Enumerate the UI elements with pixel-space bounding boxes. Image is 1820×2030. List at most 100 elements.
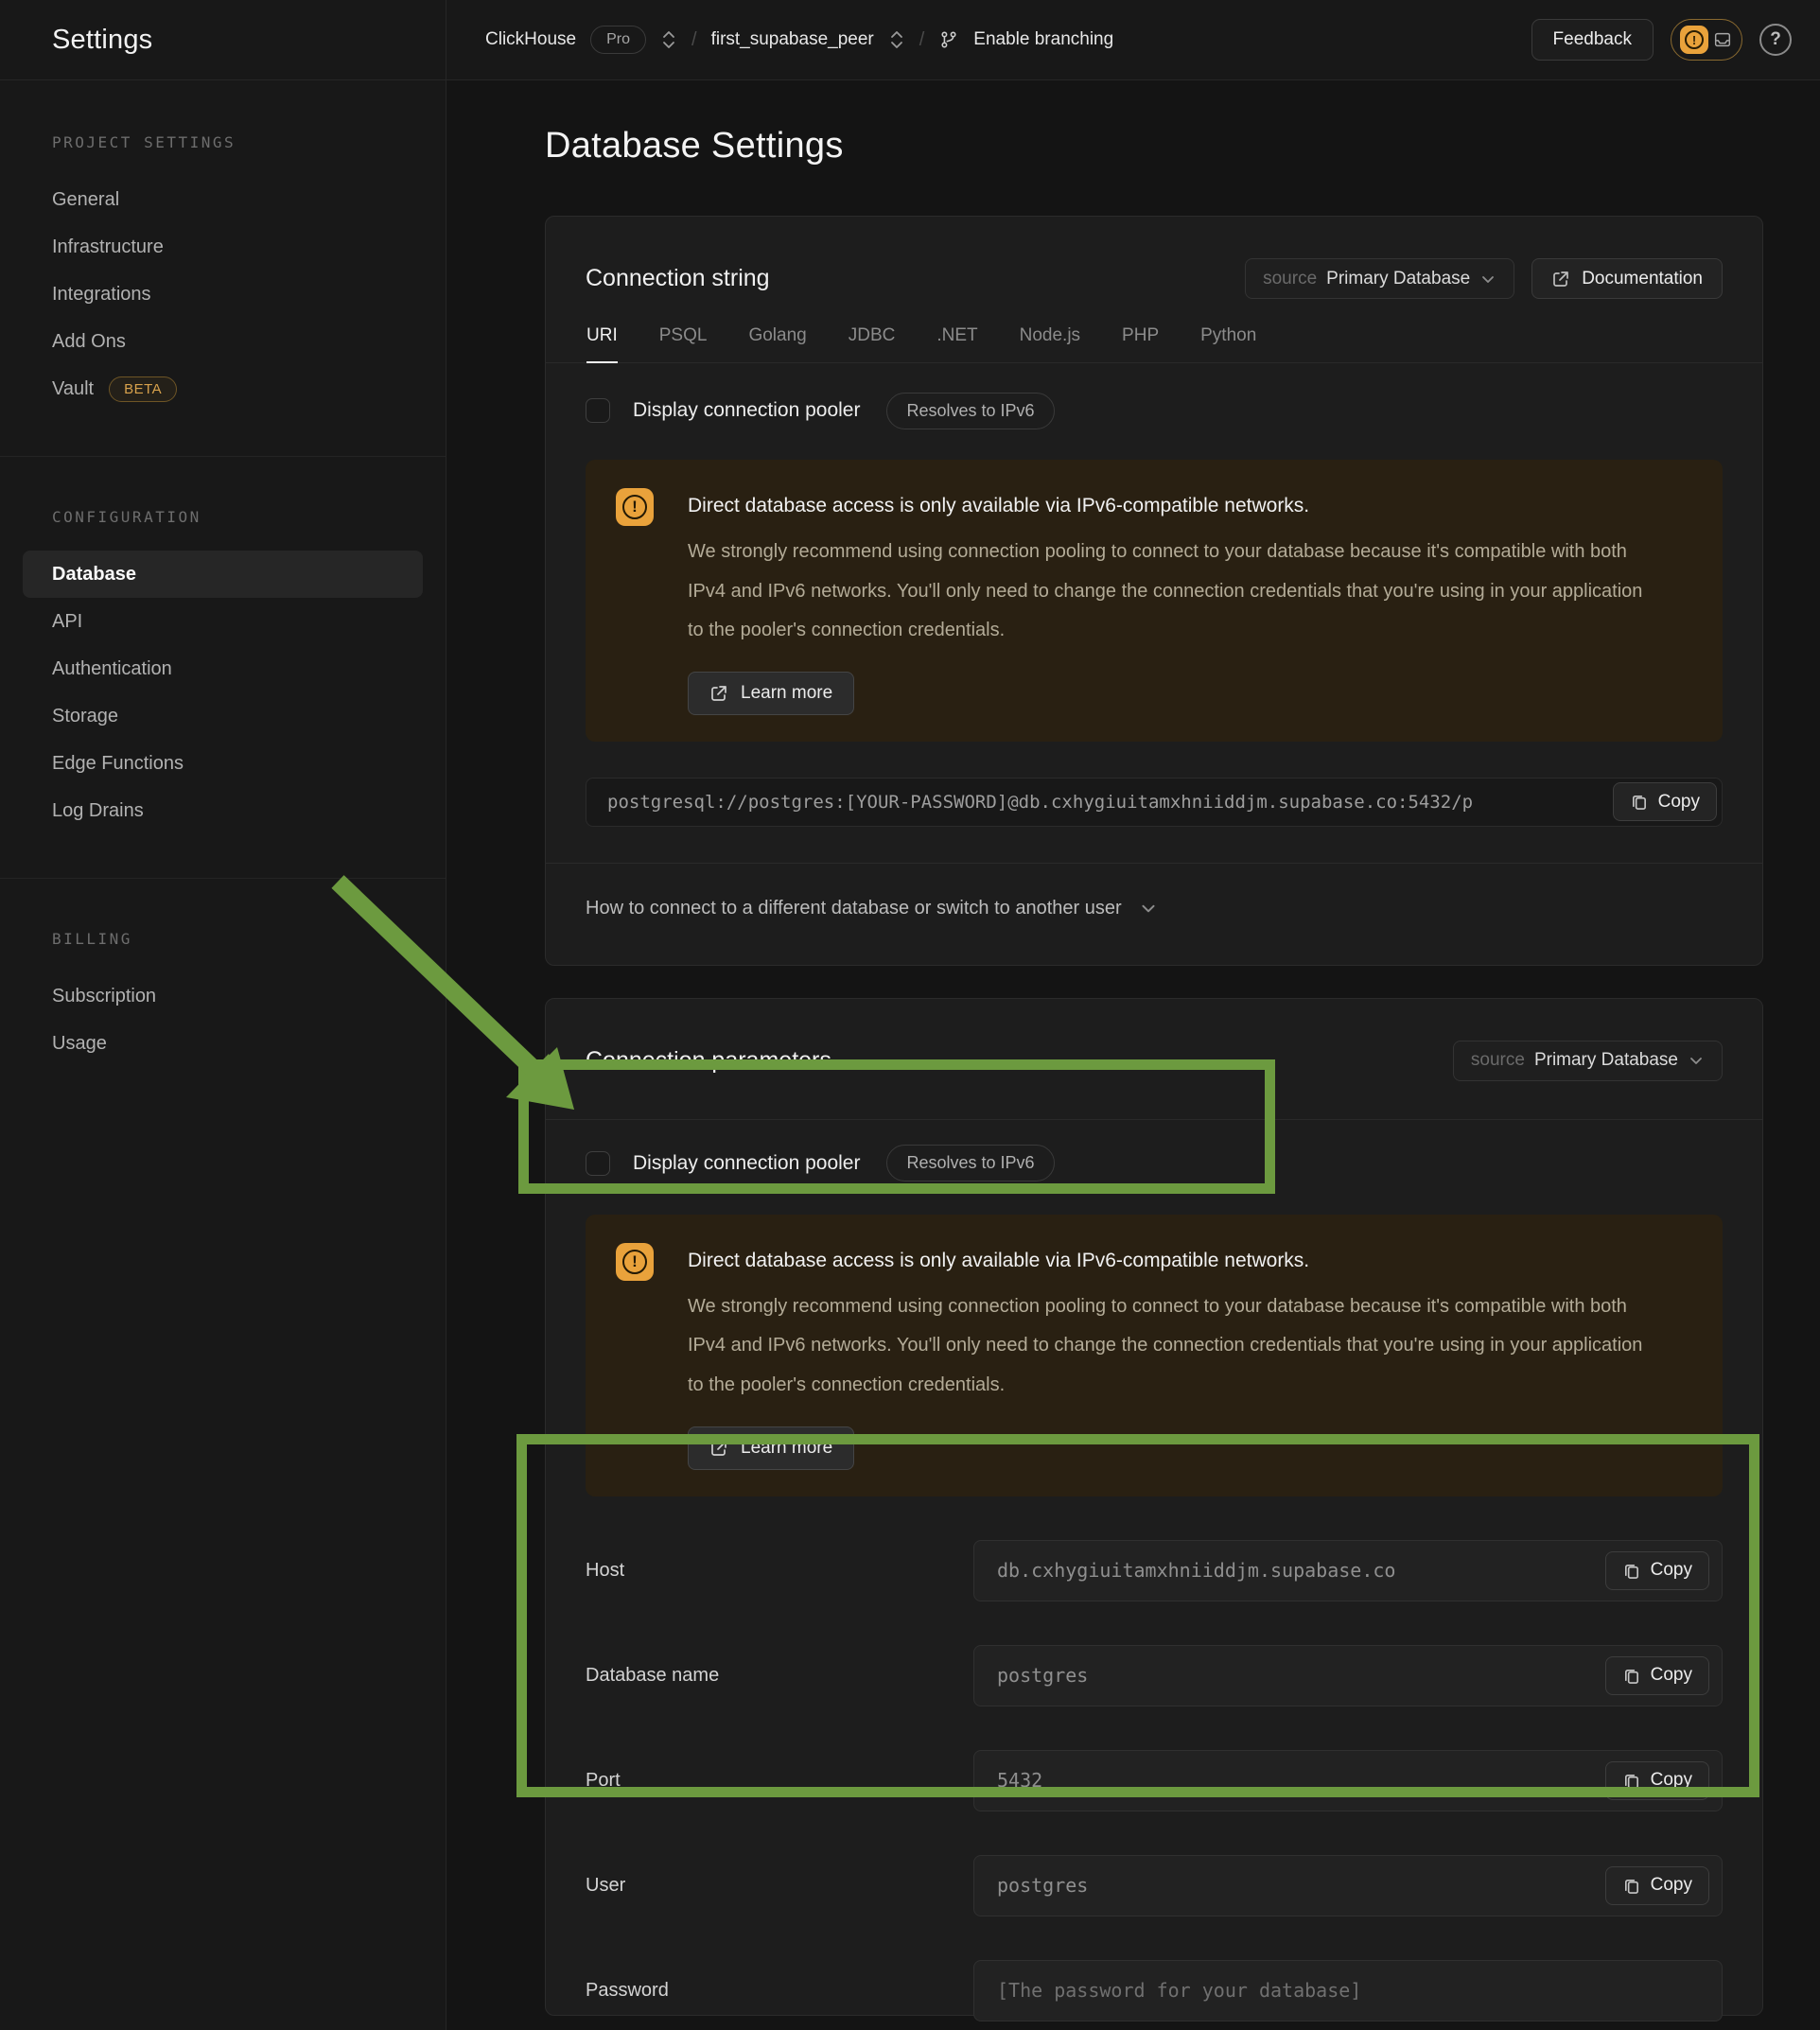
connection-string-field[interactable]: postgresql://postgres:[YOUR-PASSWORD]@db… [586,778,1723,827]
sidebar-item-label: Storage [52,706,118,727]
tab-node-js[interactable]: Node.js [1020,325,1080,362]
tab-jdbc[interactable]: JDBC [849,325,896,362]
field-label-password: Password [586,1980,973,2002]
sidebar-item-integrations[interactable]: Integrations [0,271,446,318]
copy-database-name-button[interactable]: Copy [1605,1656,1709,1695]
user-value: postgres [974,1874,1088,1897]
warning-icon: ! [616,488,654,526]
sidebar-item-database[interactable]: Database [23,551,423,598]
copy-user-button[interactable]: Copy [1605,1866,1709,1905]
warning-body: We strongly recommend using connection p… [688,1287,1648,1406]
host-input[interactable]: db.cxhygiuitamxhniiddjm.supabase.coCopy [973,1540,1723,1601]
warning-title: Direct database access is only available… [688,1250,1648,1272]
tab-python[interactable]: Python [1200,325,1256,362]
field-row-password: Password[The password for your database] [586,1960,1723,2021]
pooler-checkbox-label: Display connection pooler [633,399,860,422]
password-input[interactable]: [The password for your database] [973,1960,1723,2021]
breadcrumb-org[interactable]: ClickHouse [485,29,576,50]
chevron-down-icon [1479,271,1496,288]
sidebar-item-label: API [52,611,82,633]
user-input[interactable]: postgres Copy [973,1855,1723,1916]
documentation-button[interactable]: Documentation [1531,258,1723,299]
sidebar-divider [0,456,446,457]
inbox-icon [1716,34,1730,46]
sidebar-item-add-ons[interactable]: Add Ons [0,318,446,365]
field-row-port: Port5432Copy [586,1750,1723,1811]
sidebar-item-label: Edge Functions [52,753,184,775]
connection-parameters-card: Connection parameters source Primary Dat… [545,998,1763,2016]
sidebar-item-storage[interactable]: Storage [0,692,446,740]
copy-port-button[interactable]: Copy [1605,1761,1709,1800]
learn-more-button[interactable]: Learn more [688,672,854,715]
breadcrumb-separator: / [919,29,925,51]
how-to-connect-toggle[interactable]: How to connect to a different database o… [586,898,1723,919]
sidebar-item-subscription[interactable]: Subscription [0,972,446,1020]
org-switcher-icon[interactable] [660,29,677,50]
tab-php[interactable]: PHP [1122,325,1159,362]
connection-parameter-fields: Hostdb.cxhygiuitamxhniiddjm.supabase.coC… [586,1540,1723,2021]
sidebar-item-label: Subscription [52,986,156,1007]
field-row-user: Userpostgres Copy [586,1855,1723,1916]
feedback-button[interactable]: Feedback [1531,19,1654,61]
source-select[interactable]: source Primary Database [1245,258,1514,299]
copy-label: Copy [1658,792,1700,813]
sidebar-item-vault[interactable]: VaultBETA [0,365,446,412]
warning-body: We strongly recommend using connection p… [688,533,1648,651]
source-select-prefix: source [1471,1050,1525,1071]
display-connection-pooler-checkbox[interactable] [586,1151,610,1176]
breadcrumb-project[interactable]: first_supabase_peer [711,29,874,50]
sidebar-item-authentication[interactable]: Authentication [0,645,446,692]
sidebar-item-general[interactable]: General [0,176,446,223]
breadcrumb-branching[interactable]: Enable branching [973,29,1113,50]
sidebar-item-api[interactable]: API [0,598,446,645]
field-label-user: User [586,1875,973,1897]
resolves-to-ipv6-badge: Resolves to IPv6 [886,1145,1054,1181]
sidebar-item-label: Vault [52,378,94,400]
header-main: ClickHouse Pro / first_supabase_peer / E… [446,0,1820,79]
source-select-value: Primary Database [1534,1050,1678,1071]
tab--net[interactable]: .NET [936,325,977,362]
database-name-input[interactable]: postgresCopy [973,1645,1723,1706]
source-select-prefix: source [1263,269,1317,289]
documentation-label: Documentation [1582,269,1703,289]
external-link-icon [1551,270,1570,289]
app-header: Settings ClickHouse Pro / first_supabase… [0,0,1820,80]
help-button[interactable]: ? [1759,24,1792,56]
sidebar-divider [0,878,446,879]
main-content: Database Settings Connection string sour… [446,80,1820,2030]
project-switcher-icon[interactable] [888,29,905,50]
display-connection-pooler-checkbox[interactable] [586,398,610,423]
notifications-button[interactable]: ! [1671,19,1742,61]
connection-string-card-footer: How to connect to a different database o… [546,863,1762,965]
page-title: Database Settings [545,126,1763,166]
port-input[interactable]: 5432Copy [973,1750,1723,1811]
connection-parameters-card-header: Connection parameters source Primary Dat… [546,999,1762,1120]
copy-connection-string-button[interactable]: Copy [1613,782,1717,821]
sidebar-item-usage[interactable]: Usage [0,1020,446,1067]
card-title: Connection string [586,265,770,292]
sidebar-item-infrastructure[interactable]: Infrastructure [0,223,446,271]
tab-uri[interactable]: URI [586,325,618,362]
copy-icon [1622,1562,1640,1580]
field-label-database-name: Database name [586,1665,973,1687]
ipv6-warning-panel: ! Direct database access is only availab… [586,1215,1723,1496]
field-label-port: Port [586,1770,973,1792]
tab-golang[interactable]: Golang [748,325,806,362]
warning-badge-icon: ! [1680,26,1708,54]
tab-psql[interactable]: PSQL [659,325,708,362]
copy-host-button[interactable]: Copy [1605,1551,1709,1590]
sidebar-item-log-drains[interactable]: Log Drains [0,787,446,834]
copy-label: Copy [1651,1770,1692,1791]
plan-badge[interactable]: Pro [590,26,646,54]
git-branch-icon [938,29,959,50]
sidebar-item-label: Infrastructure [52,236,164,258]
learn-more-button[interactable]: Learn more [688,1426,854,1470]
source-select[interactable]: source Primary Database [1453,1041,1723,1081]
sidebar-item-edge-functions[interactable]: Edge Functions [0,740,446,787]
copy-label: Copy [1651,1875,1692,1896]
ipv6-warning-panel: ! Direct database access is only availab… [586,460,1723,742]
chevron-down-icon [1139,899,1158,918]
connection-string-card-header: Connection string source Primary Databas… [546,217,1762,363]
sidebar-section-heading: BILLING [0,930,446,948]
sidebar-section-heading: CONFIGURATION [0,508,446,526]
